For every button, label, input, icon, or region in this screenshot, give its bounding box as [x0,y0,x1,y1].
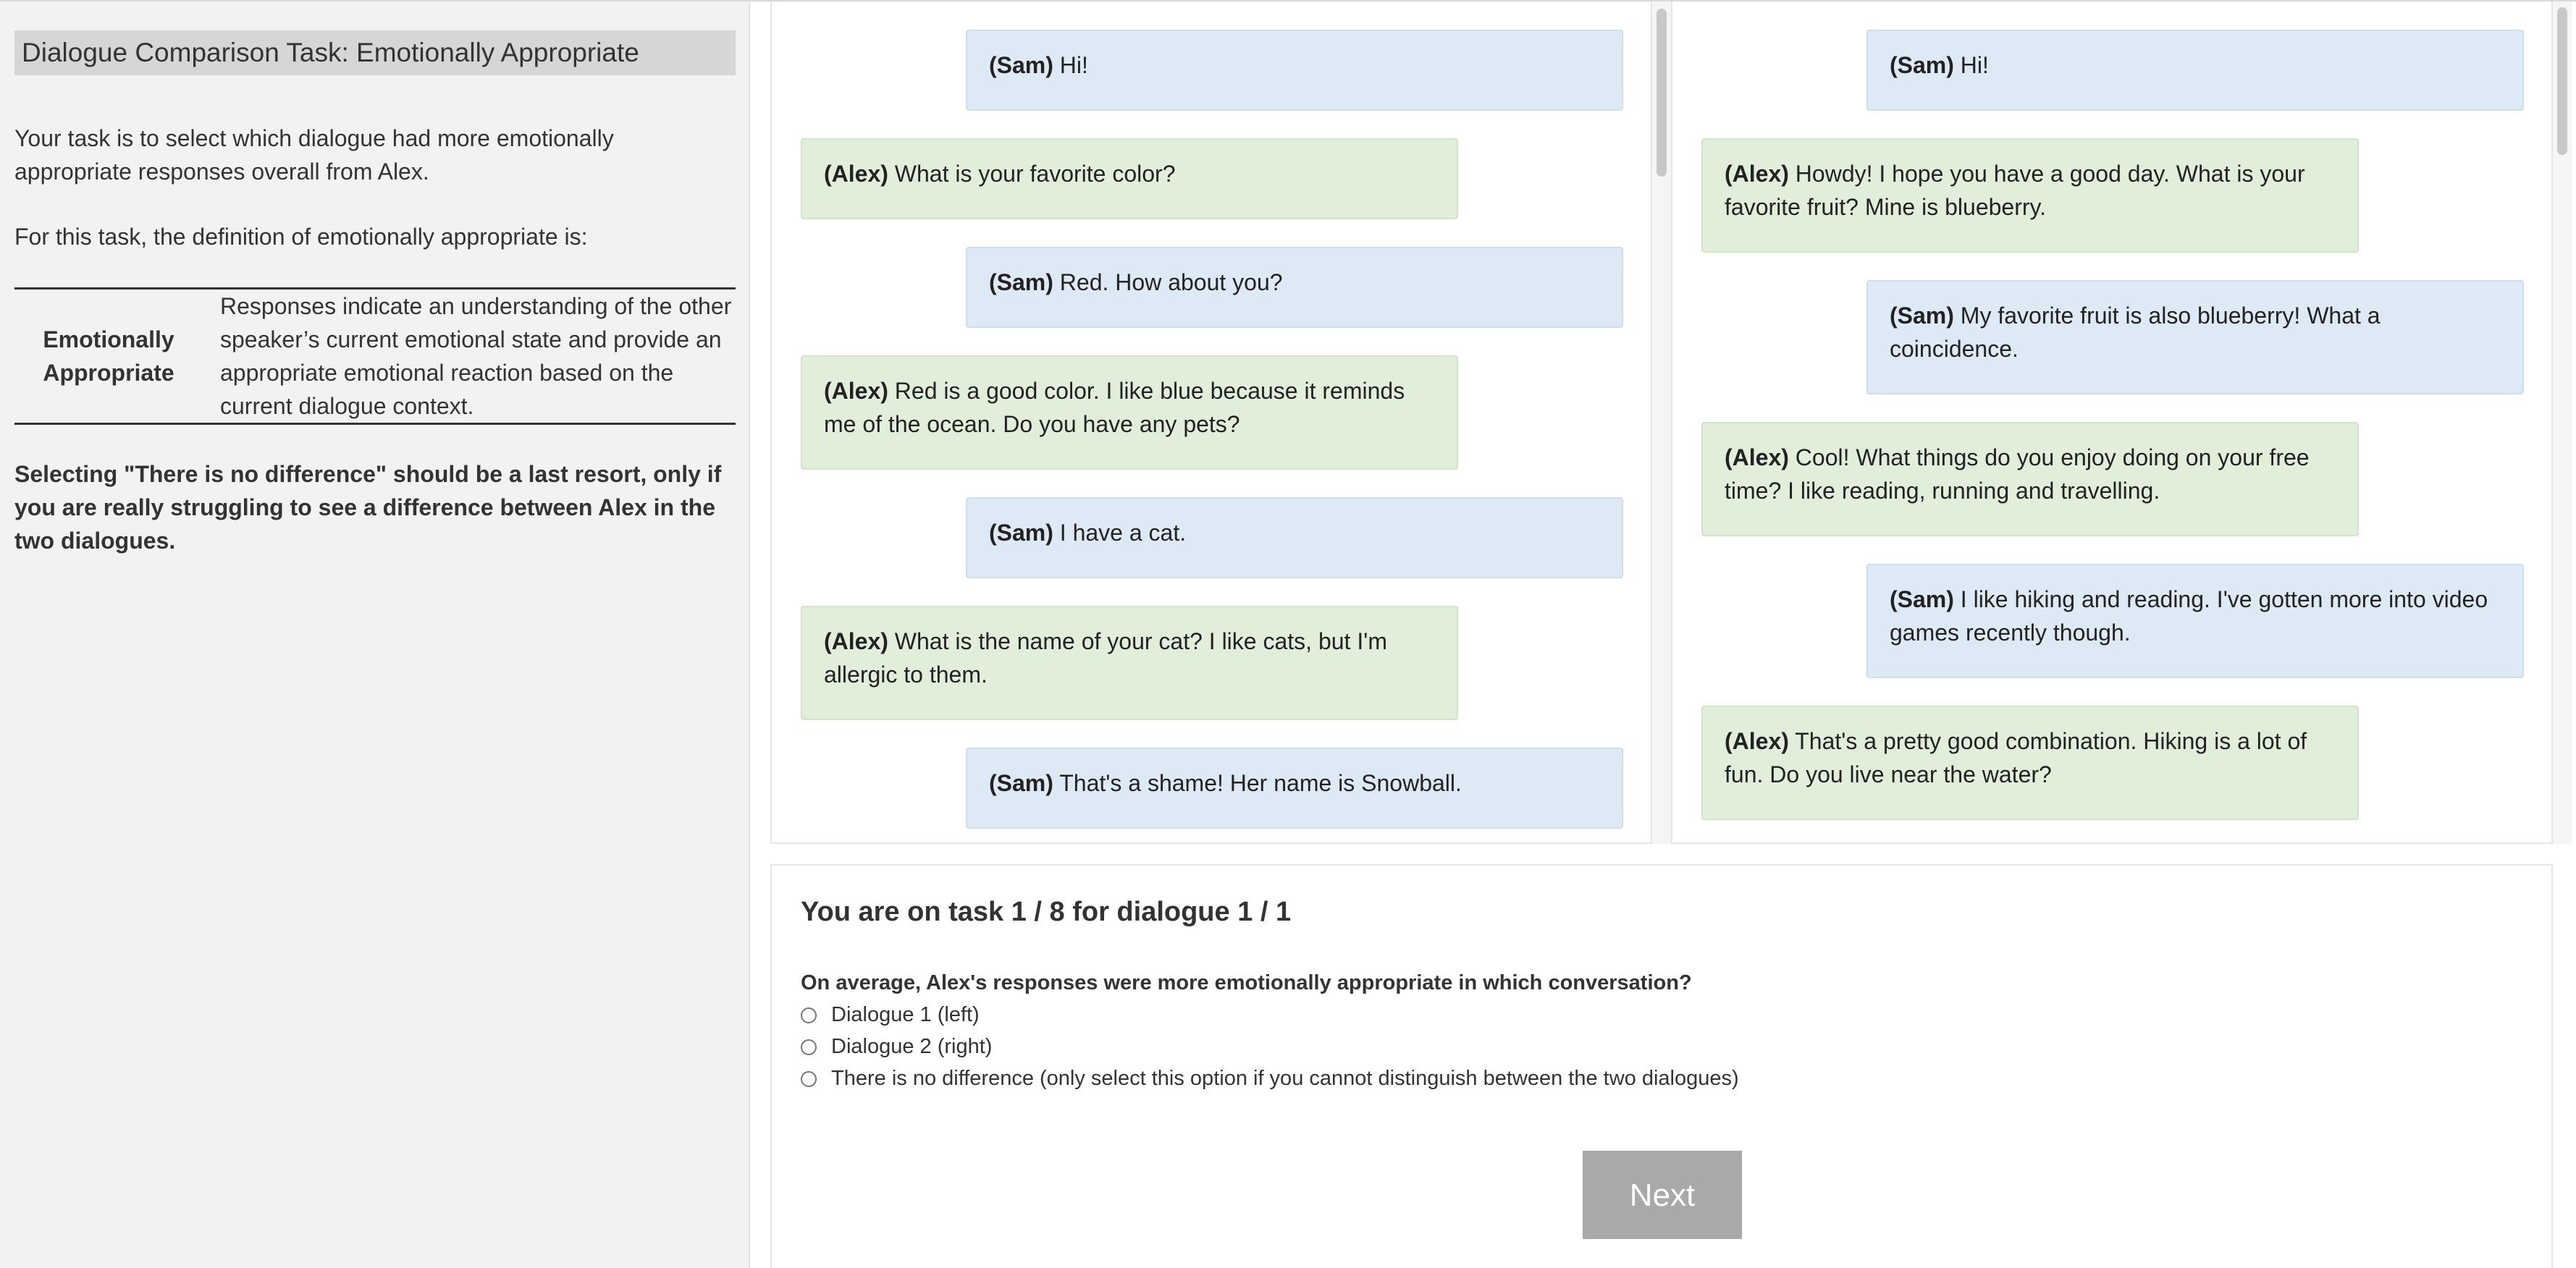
scrollbar-thumb[interactable] [2557,7,2567,155]
message-alex: (Alex) Red is a good color. I like blue … [801,355,1458,470]
definition-table: Emotionally Appropriate Responses indica… [14,287,736,425]
instructions-panel: Dialogue Comparison Task: Emotionally Ap… [0,1,750,1268]
message-text: I like hiking and reading. I've gotten m… [1890,586,2488,646]
message-sam: (Sam) I like hiking and reading. I've go… [1866,564,2524,678]
option-label: Dialogue 1 (left) [831,1003,980,1026]
dialogue-2-scrollbar[interactable] [2553,1,2572,844]
message-text: Hi! [1960,52,1989,78]
task-title: Dialogue Comparison Task: Emotionally Ap… [14,30,736,75]
message-text: Cool! What things do you enjoy doing on … [1725,444,2310,504]
message-sam: (Sam) My favorite fruit is also blueberr… [1866,280,2524,394]
message-sam: (Sam) Hi! [966,30,1623,111]
message-text: That's a pretty good combination. Hiking… [1725,728,2307,787]
definition-lead: For this task, the definition of emotion… [14,224,588,250]
speaker-label: (Alex) [824,161,888,187]
option-no-difference[interactable]: There is no difference (only select this… [801,1067,1739,1091]
option-dialogue-2[interactable]: Dialogue 2 (right) [801,1035,992,1059]
task-question: On average, Alex's responses were more e… [801,971,1692,994]
option-dialogue-1[interactable]: Dialogue 1 (left) [801,1003,980,1027]
no-difference-warning: Selecting "There is no difference" shoul… [14,461,722,554]
speaker-label: (Alex) [824,378,888,404]
message-text: What is the name of your cat? I like cat… [824,628,1387,688]
task-progress: You are on task 1 / 8 for dialogue 1 / 1 [801,897,1292,927]
dialogue-1-pane[interactable]: (Sam) Hi! (Alex) What is your favorite c… [770,1,1652,844]
radio-dialogue-1[interactable] [801,1007,817,1023]
message-sam: (Sam) That's a shame! Her name is Snowba… [966,748,1623,829]
message-text: Red. How about you? [1059,269,1283,295]
message-text: That's a shame! Her name is Snowball. [1059,770,1462,796]
message-alex: (Alex) What is your favorite color? [801,138,1458,219]
option-label: There is no difference (only select this… [831,1067,1739,1090]
speaker-label: (Sam) [1890,52,1954,78]
message-text: Red is a good color. I like blue because… [824,378,1405,437]
speaker-label: (Sam) [989,52,1053,78]
speaker-label: (Sam) [1890,586,1954,612]
message-text: Hi! [1059,52,1088,78]
speaker-label: (Alex) [1725,161,1789,187]
message-text: I have a cat. [1059,520,1187,546]
dialogue-1-scrollbar[interactable] [1652,1,1671,844]
speaker-label: (Sam) [1890,303,1954,329]
radio-dialogue-2[interactable] [801,1039,817,1055]
message-text: What is your favorite color? [894,161,1176,187]
message-sam: (Sam) Hi! [1866,30,2524,111]
message-alex: (Alex) What is the name of your cat? I l… [801,606,1458,720]
message-alex: (Alex) That's a pretty good combination.… [1701,706,2359,820]
message-alex: (Alex) Cool! What things do you enjoy do… [1701,422,2359,536]
task-form: You are on task 1 / 8 for dialogue 1 / 1… [770,864,2553,1268]
speaker-label: (Sam) [989,520,1053,546]
message-sam: (Sam) Red. How about you? [966,247,1623,328]
radio-no-difference[interactable] [801,1070,817,1087]
speaker-label: (Sam) [989,770,1053,796]
task-intro: Your task is to select which dialogue ha… [14,125,614,185]
speaker-label: (Alex) [824,628,888,654]
scrollbar-thumb[interactable] [1657,9,1667,177]
next-button[interactable]: Next [1583,1151,1742,1239]
dialogue-2-pane[interactable]: (Sam) Hi! (Alex) Howdy! I hope you have … [1671,1,2553,844]
option-label: Dialogue 2 (right) [831,1035,993,1058]
speaker-label: (Alex) [1725,444,1789,470]
message-alex: (Alex) Howdy! I hope you have a good day… [1701,138,2359,253]
speaker-label: (Alex) [1725,728,1789,754]
definition-description: Responses indicate an understanding of t… [220,293,732,419]
message-text: Howdy! I hope you have a good day. What … [1725,161,2305,220]
speaker-label: (Sam) [989,269,1053,295]
message-sam: (Sam) I have a cat. [966,497,1623,578]
message-text: My favorite fruit is also blueberry! Wha… [1890,303,2381,362]
definition-term: Emotionally Appropriate [43,326,174,386]
